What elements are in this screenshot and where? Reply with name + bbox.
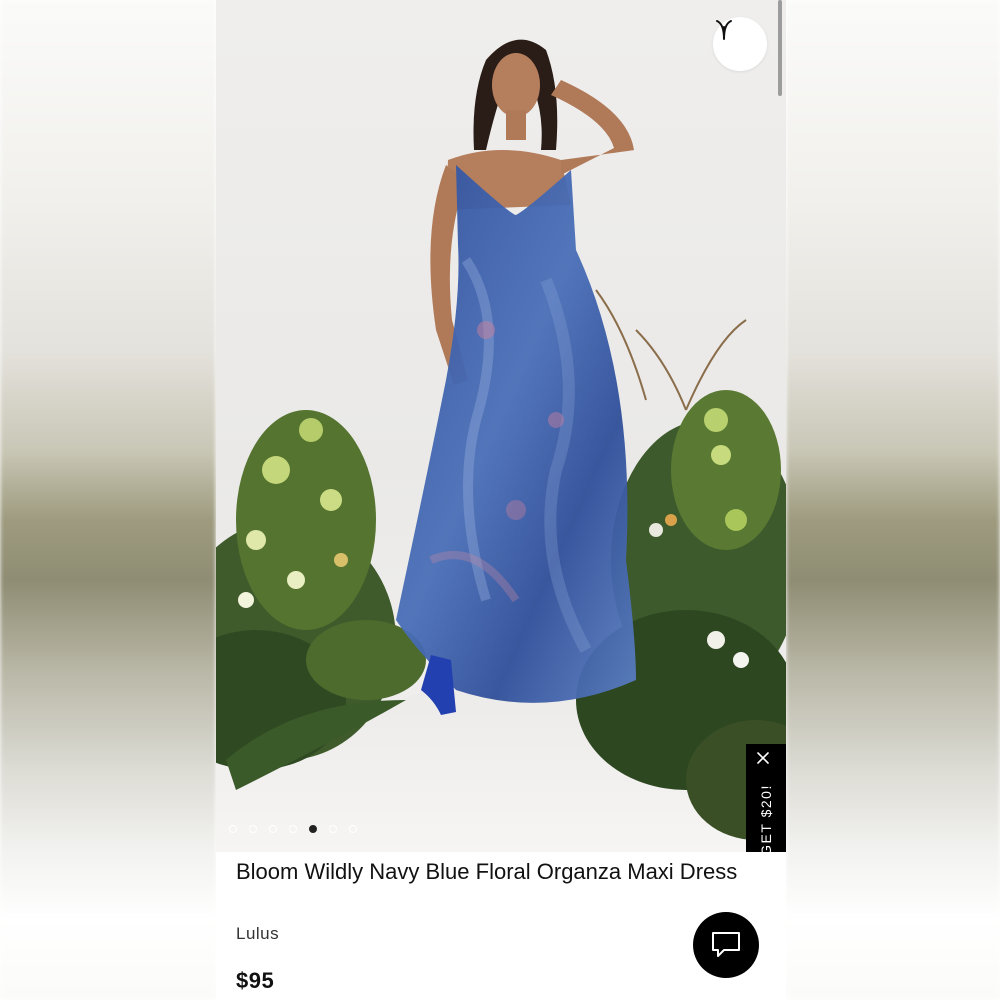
product-photo-illustration [216,39,786,852]
promo-close-button[interactable] [757,752,775,770]
heart-icon [716,20,732,40]
product-price: $95 [236,968,275,993]
product-info: Bloom Wildly Navy Blue Floral Organza Ma… [216,852,786,1000]
product-title: Bloom Wildly Navy Blue Floral Organza Ma… [236,859,738,884]
gallery-dot[interactable] [249,825,257,833]
product-page: GET $20! Bloom Wildly Navy Blue Floral O… [216,0,786,1000]
blurred-background-left [0,0,216,1000]
scrollbar-thumb[interactable] [778,0,782,96]
gallery-dot[interactable] [229,825,237,833]
gallery-dot-active[interactable] [309,825,317,833]
chat-button[interactable] [693,912,759,978]
gallery-pagination [229,825,357,833]
gallery-dot[interactable] [269,825,277,833]
gallery-dot[interactable] [289,825,297,833]
favorite-button[interactable] [713,17,767,71]
promo-tab[interactable]: GET $20! [746,744,786,852]
chat-bubble-icon [712,932,740,957]
blurred-background-right [786,0,1000,1000]
gallery-dot[interactable] [329,825,337,833]
gallery-dot[interactable] [349,825,357,833]
promo-label[interactable]: GET $20! [758,784,774,852]
product-image[interactable]: GET $20! [216,0,786,852]
close-icon [757,752,769,764]
product-brand[interactable]: Lulus [236,924,279,944]
